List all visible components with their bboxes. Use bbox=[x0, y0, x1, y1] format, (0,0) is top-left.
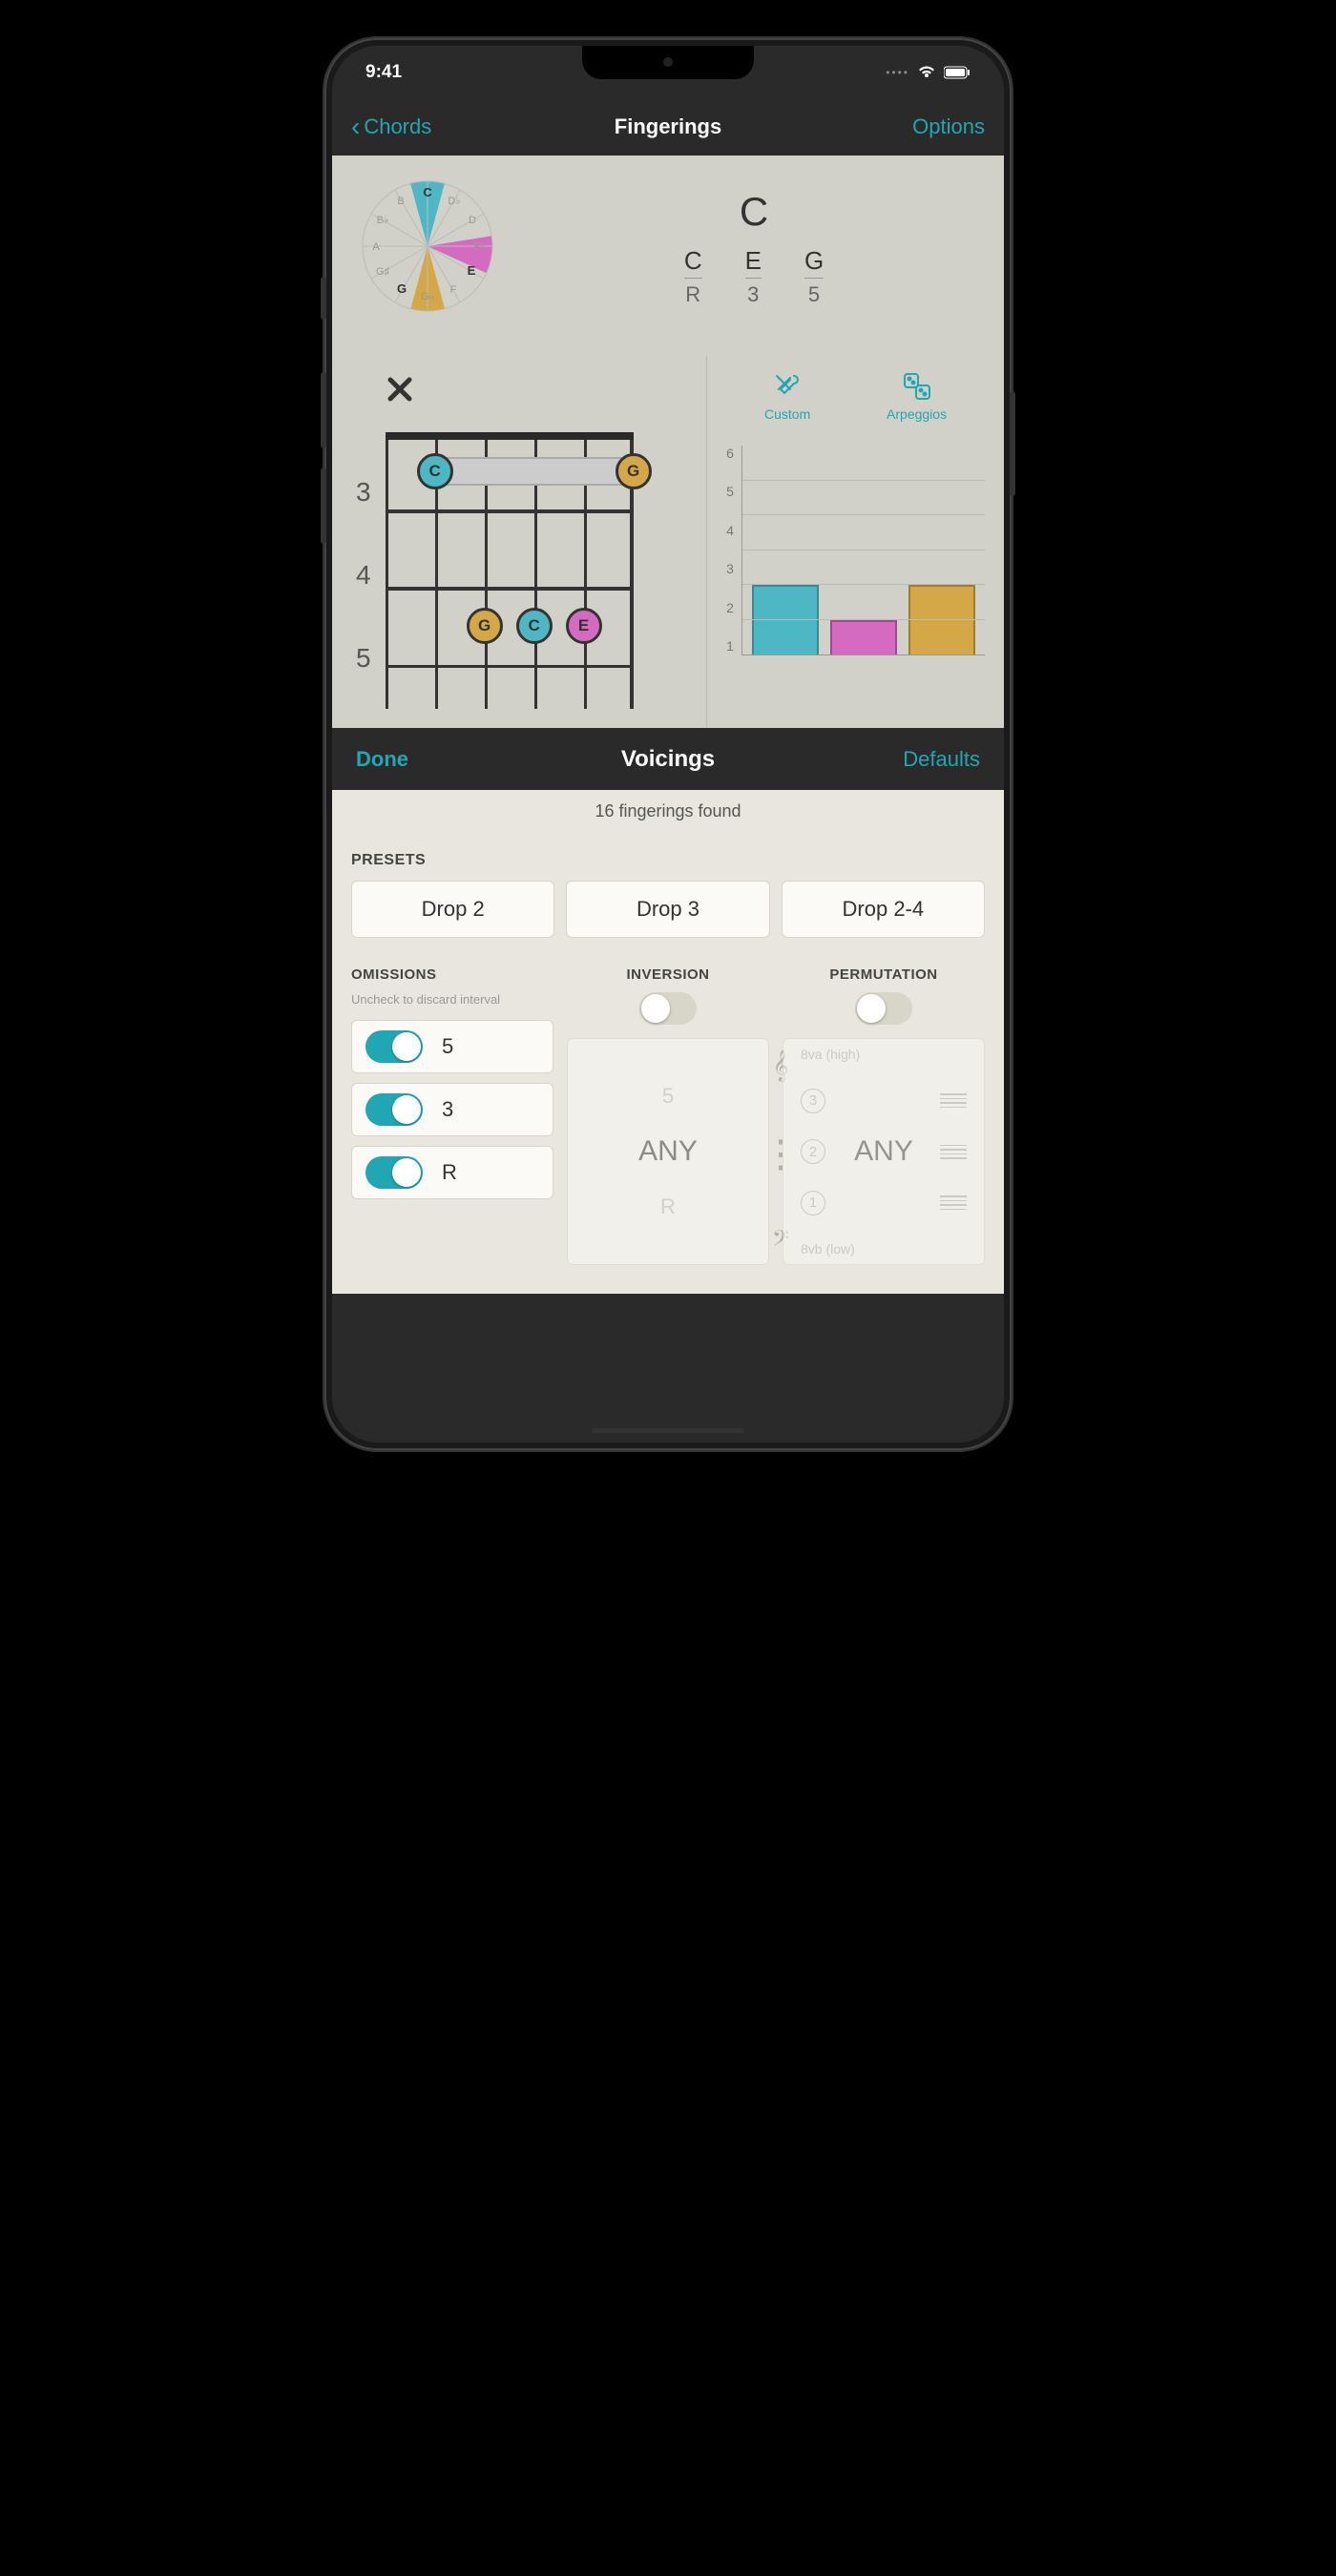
omissions-label: OMISSIONS bbox=[351, 966, 553, 983]
svg-text:G: G bbox=[397, 281, 407, 296]
voicings-title: Voicings bbox=[621, 746, 715, 773]
chord-header: C D♭ D E♭ E F G♭ G G♯ A B♭ B bbox=[332, 156, 1004, 356]
inversion-label: INVERSION bbox=[567, 966, 769, 983]
chart-bar bbox=[830, 620, 897, 654]
preset-drop24-button[interactable]: Drop 2-4 bbox=[782, 881, 985, 938]
chord-info: C C R E 3 G 5 bbox=[532, 179, 975, 307]
fret-note-g: G bbox=[467, 608, 503, 644]
svg-text:E♭: E♭ bbox=[473, 241, 486, 253]
svg-text:D: D bbox=[469, 215, 476, 226]
voicings-panel: PRESETS Drop 2 Drop 3 Drop 2-4 OMISSIONS… bbox=[332, 833, 1004, 1294]
omissions-hint: Uncheck to discard interval bbox=[351, 992, 553, 1008]
omission-r-toggle[interactable] bbox=[365, 1156, 423, 1189]
svg-text:F: F bbox=[450, 284, 457, 296]
chart-y-axis: 6 5 4 3 2 1 bbox=[726, 446, 741, 655]
omission-5-row: 5 bbox=[351, 1020, 553, 1073]
wifi-icon bbox=[917, 65, 936, 79]
device-notch bbox=[582, 46, 754, 79]
results-count: 16 fingerings found bbox=[332, 790, 1004, 833]
fret-note-e: E bbox=[566, 608, 602, 644]
svg-text:D♭: D♭ bbox=[448, 196, 460, 207]
chord-tone: G 5 bbox=[804, 246, 824, 307]
options-button[interactable]: Options bbox=[912, 114, 985, 139]
fret-note-c: C bbox=[516, 608, 553, 644]
omission-r-row: R bbox=[351, 1146, 553, 1199]
inversion-picker[interactable]: 5 ANY R bbox=[567, 1038, 769, 1265]
back-label: Chords bbox=[364, 114, 431, 139]
permutation-picker[interactable]: 8va (high) 3 2 1 bbox=[783, 1038, 985, 1265]
permutation-label: PERMUTATION bbox=[783, 966, 985, 983]
nav-bar: ‹ Chords Fingerings Options bbox=[332, 98, 1004, 156]
voicings-bar: Done Voicings Defaults bbox=[332, 728, 1004, 790]
permutation-column: PERMUTATION 𝄞 ⋮ 𝄢 8va (high) 3 bbox=[783, 966, 985, 1265]
inversion-toggle[interactable] bbox=[639, 992, 697, 1025]
presets-label: PRESETS bbox=[351, 852, 985, 869]
note-count-chart[interactable]: 6 5 4 3 2 1 bbox=[726, 446, 985, 655]
svg-text:E: E bbox=[468, 263, 476, 278]
chord-tone: E 3 bbox=[745, 246, 762, 307]
omission-5-toggle[interactable] bbox=[365, 1030, 423, 1063]
omissions-column: OMISSIONS Uncheck to discard interval 5 … bbox=[351, 966, 553, 1265]
omission-3-row: 3 bbox=[351, 1083, 553, 1136]
close-icon[interactable] bbox=[385, 373, 415, 413]
preset-drop3-button[interactable]: Drop 3 bbox=[566, 881, 769, 938]
fretboard-area: 3 4 5 bbox=[332, 356, 1004, 728]
chart-bars bbox=[741, 446, 985, 655]
omission-3-toggle[interactable] bbox=[365, 1093, 423, 1126]
preset-drop2-button[interactable]: Drop 2 bbox=[351, 881, 554, 938]
svg-text:G♯: G♯ bbox=[376, 266, 390, 278]
note-wheel[interactable]: C D♭ D E♭ E F G♭ G G♯ A B♭ B bbox=[361, 179, 494, 313]
cellular-dots-icon: •••• bbox=[886, 66, 909, 79]
defaults-button[interactable]: Defaults bbox=[903, 747, 980, 772]
fretboard-panel: 3 4 5 bbox=[332, 356, 706, 728]
done-button[interactable]: Done bbox=[356, 747, 408, 772]
arpeggios-button[interactable]: Arpeggios bbox=[887, 370, 947, 422]
svg-text:B♭: B♭ bbox=[377, 215, 389, 226]
arpeggio-icon bbox=[887, 370, 947, 403]
back-button[interactable]: ‹ Chords bbox=[351, 112, 431, 142]
tools-icon bbox=[764, 370, 810, 403]
custom-button[interactable]: Custom bbox=[764, 370, 810, 422]
svg-text:A: A bbox=[372, 241, 380, 253]
fret-number-labels: 3 4 5 bbox=[356, 432, 371, 699]
svg-text:G♭: G♭ bbox=[421, 291, 434, 302]
page-title: Fingerings bbox=[615, 114, 721, 139]
side-panel: Custom Arpeggios 6 5 4 3 bbox=[706, 356, 1004, 728]
chord-tone: C R bbox=[684, 246, 702, 307]
status-time: 9:41 bbox=[365, 62, 402, 83]
fret-note-g: G bbox=[616, 453, 652, 489]
svg-text:B: B bbox=[397, 196, 404, 207]
status-icons: •••• bbox=[886, 65, 971, 79]
home-indicator[interactable] bbox=[592, 1428, 744, 1433]
inversion-column: INVERSION 5 ANY R bbox=[567, 966, 769, 1265]
svg-text:C: C bbox=[423, 185, 432, 199]
chord-root: C bbox=[532, 189, 975, 235]
battery-icon bbox=[944, 66, 971, 79]
fretboard-diagram[interactable]: C G G C E bbox=[386, 432, 634, 709]
chevron-left-icon: ‹ bbox=[351, 112, 360, 142]
permutation-toggle[interactable] bbox=[855, 992, 912, 1025]
fret-note-c: C bbox=[417, 453, 453, 489]
